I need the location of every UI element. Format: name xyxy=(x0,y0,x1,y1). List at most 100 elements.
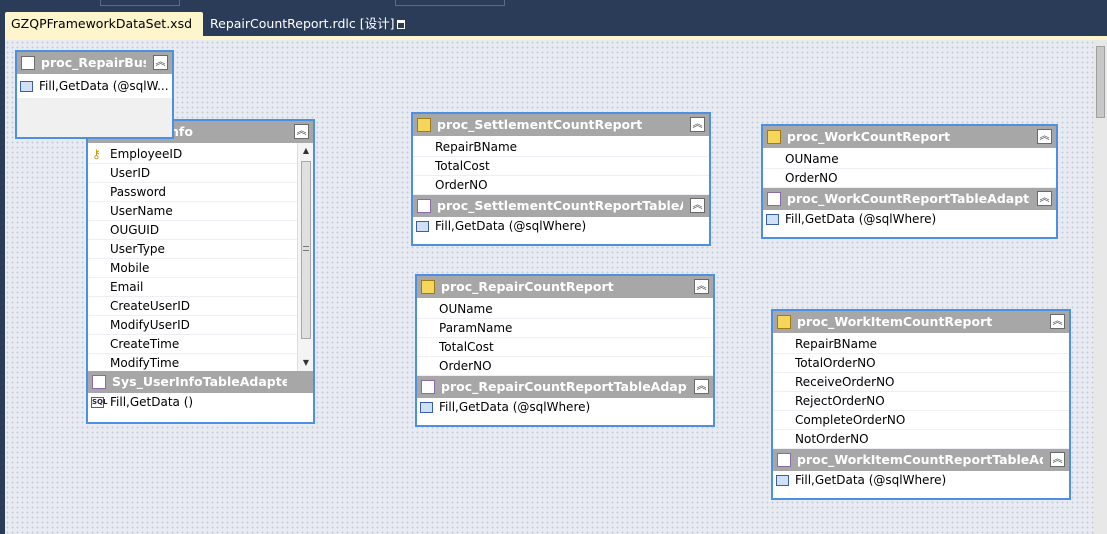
column-list: RepairBName TotalCost OrderNO xyxy=(413,136,709,195)
column-row[interactable]: TotalCost xyxy=(417,338,713,357)
table-header[interactable]: proc_WorkCountReport ︽ xyxy=(763,126,1056,148)
method-row[interactable]: Fill,GetData (@sqlWhere) xyxy=(773,471,1069,490)
toolbar-ghost xyxy=(395,0,505,6)
collapse-chevron-icon[interactable]: ︽ xyxy=(690,117,705,132)
method-row[interactable]: Fill,GetData (@sqlWhere) xyxy=(413,217,709,236)
datatable-work-count[interactable]: proc_WorkCountReport ︽ OUName OrderNO pr… xyxy=(761,124,1058,239)
adapter-title: proc_RepairCountReportTableAdapter xyxy=(441,379,687,394)
table-adapter-icon xyxy=(92,375,106,389)
column-row[interactable]: OUName xyxy=(417,300,713,319)
column-list-scrollbar[interactable]: ▲ ▼ xyxy=(297,143,313,371)
adapter-title: proc_WorkCountReportTableAdapter xyxy=(787,191,1030,206)
datatable-repair-count[interactable]: proc_RepairCountReport ︽ OUName ParamNam… xyxy=(415,274,715,427)
column-name: RepairBName xyxy=(795,337,878,351)
column-row[interactable]: ModifyUserID xyxy=(88,316,313,335)
scrollbar-thumb[interactable] xyxy=(1096,46,1105,118)
column-row[interactable]: CreateUserID xyxy=(88,297,313,316)
table-adapter-icon xyxy=(777,453,791,467)
table-header[interactable]: proc_RepairBusine ︽ xyxy=(17,52,172,74)
scroll-up-icon[interactable]: ▲ xyxy=(301,146,311,156)
adapter-header[interactable]: Sys_UserInfoTableAdapter xyxy=(88,371,313,393)
column-name: OUName xyxy=(785,152,839,166)
column-row[interactable]: OUGUID xyxy=(88,221,313,240)
column-name: TotalCost xyxy=(439,340,494,354)
column-name: CreateUserID xyxy=(110,299,191,313)
method-row[interactable]: Fill,GetData (@sqlWhere) xyxy=(763,210,1056,229)
datatable-settlement-count[interactable]: proc_SettlementCountReport ︽ RepairBName… xyxy=(411,112,711,246)
tab-dataset-xsd[interactable]: GZQPFrameworkDataSet.xsd xyxy=(5,12,203,36)
column-row[interactable]: ReceiveOrderNO xyxy=(773,373,1069,392)
scrollbar-thumb[interactable] xyxy=(301,161,311,339)
table-header[interactable]: proc_RepairCountReport ︽ xyxy=(417,276,713,298)
column-row[interactable]: Email xyxy=(88,278,313,297)
datatable-user-info[interactable]: nfo ︽ ⚷ EmployeeID UserID Password UserNa… xyxy=(86,119,315,424)
collapse-chevron-icon[interactable]: ︽ xyxy=(294,124,309,139)
column-row[interactable]: OUName xyxy=(763,150,1056,169)
adapter-title: proc_WorkItemCountReportTableAdapter xyxy=(797,452,1043,467)
column-row[interactable]: TotalOrderNO xyxy=(773,354,1069,373)
primary-key-icon: ⚷ xyxy=(92,147,101,161)
column-name: Password xyxy=(110,185,167,199)
table-title: proc_RepairCountReport xyxy=(441,279,614,294)
column-row[interactable]: CreateTime xyxy=(88,335,313,354)
method-name: Fill,GetData (@sqlW... xyxy=(39,79,169,93)
column-row[interactable]: OrderNO xyxy=(417,357,713,376)
pin-icon[interactable] xyxy=(397,20,406,29)
column-name: ReceiveOrderNO xyxy=(795,375,895,389)
table-adapter-icon xyxy=(421,380,435,394)
column-name: ParamName xyxy=(439,321,513,335)
method-name: Fill,GetData () xyxy=(110,395,194,409)
collapse-chevron-icon[interactable]: ︽ xyxy=(1050,452,1065,467)
column-row[interactable]: ParamName xyxy=(417,319,713,338)
column-name: RejectOrderNO xyxy=(795,394,885,408)
collapse-chevron-icon[interactable]: ︽ xyxy=(694,379,709,394)
column-row[interactable]: Password xyxy=(88,183,313,202)
datatable-work-item-count[interactable]: proc_WorkItemCountReport ︽ RepairBName T… xyxy=(771,309,1071,500)
column-row[interactable]: Mobile xyxy=(88,259,313,278)
column-row[interactable]: OrderNO xyxy=(413,176,709,195)
column-row[interactable]: UserName xyxy=(88,202,313,221)
adapter-title: Sys_UserInfoTableAdapter xyxy=(112,374,287,389)
column-row[interactable]: NotOrderNO xyxy=(773,430,1069,449)
table-title: nfo xyxy=(170,124,193,139)
table-header[interactable]: proc_SettlementCountReport ︽ xyxy=(413,114,709,136)
method-row[interactable]: SQL Fill,GetData () xyxy=(88,393,313,412)
column-row[interactable]: OrderNO xyxy=(763,169,1056,188)
adapter-header[interactable]: proc_RepairCountReportTableAdapter ︽ xyxy=(417,376,713,398)
column-row[interactable]: CompleteOrderNO xyxy=(773,411,1069,430)
datatable-repair-business[interactable]: proc_RepairBusine ︽ Fill,GetData (@sqlW.… xyxy=(15,50,174,139)
table-header[interactable]: proc_WorkItemCountReport ︽ xyxy=(773,311,1069,333)
tab-label: RepairCountReport.rdlc [设计] xyxy=(210,16,395,31)
collapse-chevron-icon[interactable]: ︽ xyxy=(1037,129,1052,144)
collapse-chevron-icon[interactable]: ︽ xyxy=(153,55,168,70)
empty-area xyxy=(17,98,172,137)
adapter-header[interactable]: proc_WorkItemCountReportTableAdapter ︽ xyxy=(773,449,1069,471)
column-row[interactable]: ⚷ EmployeeID xyxy=(88,145,313,164)
collapse-chevron-icon[interactable]: ︽ xyxy=(1037,191,1052,206)
column-list: RepairBName TotalOrderNO ReceiveOrderNO … xyxy=(773,333,1069,449)
column-row[interactable]: RejectOrderNO xyxy=(773,392,1069,411)
method-name: Fill,GetData (@sqlWhere) xyxy=(435,219,587,233)
method-row[interactable]: Fill,GetData (@sqlWhere) xyxy=(417,398,713,417)
adapter-header[interactable]: proc_WorkCountReportTableAdapter ︽ xyxy=(763,188,1056,210)
tab-report-rdlc[interactable]: RepairCountReport.rdlc [设计] xyxy=(204,12,406,36)
scroll-down-icon[interactable]: ▼ xyxy=(301,358,311,368)
method-row[interactable]: Fill,GetData (@sqlW... xyxy=(17,77,172,96)
column-row[interactable]: RepairBName xyxy=(773,335,1069,354)
column-row[interactable]: TotalCost xyxy=(413,157,709,176)
column-row[interactable]: RepairBName xyxy=(413,138,709,157)
canvas-vertical-scrollbar[interactable] xyxy=(1094,40,1107,534)
column-row[interactable]: UserID xyxy=(88,164,313,183)
method-name: Fill,GetData (@sqlWhere) xyxy=(795,473,947,487)
column-row[interactable]: UserType xyxy=(88,240,313,259)
column-name: UserID xyxy=(110,166,151,180)
column-name: UserType xyxy=(110,242,165,256)
collapse-chevron-icon[interactable]: ︽ xyxy=(694,279,709,294)
collapse-chevron-icon[interactable]: ︽ xyxy=(1050,314,1065,329)
collapse-chevron-icon[interactable]: ︽ xyxy=(690,198,705,213)
adapter-header[interactable]: proc_SettlementCountReportTableAdapter ︽ xyxy=(413,195,709,217)
title-strip xyxy=(0,0,1107,12)
column-list: ⚷ EmployeeID UserID Password UserName OUG… xyxy=(88,143,313,373)
table-adapter-icon xyxy=(417,199,431,213)
column-name: Email xyxy=(110,280,144,294)
